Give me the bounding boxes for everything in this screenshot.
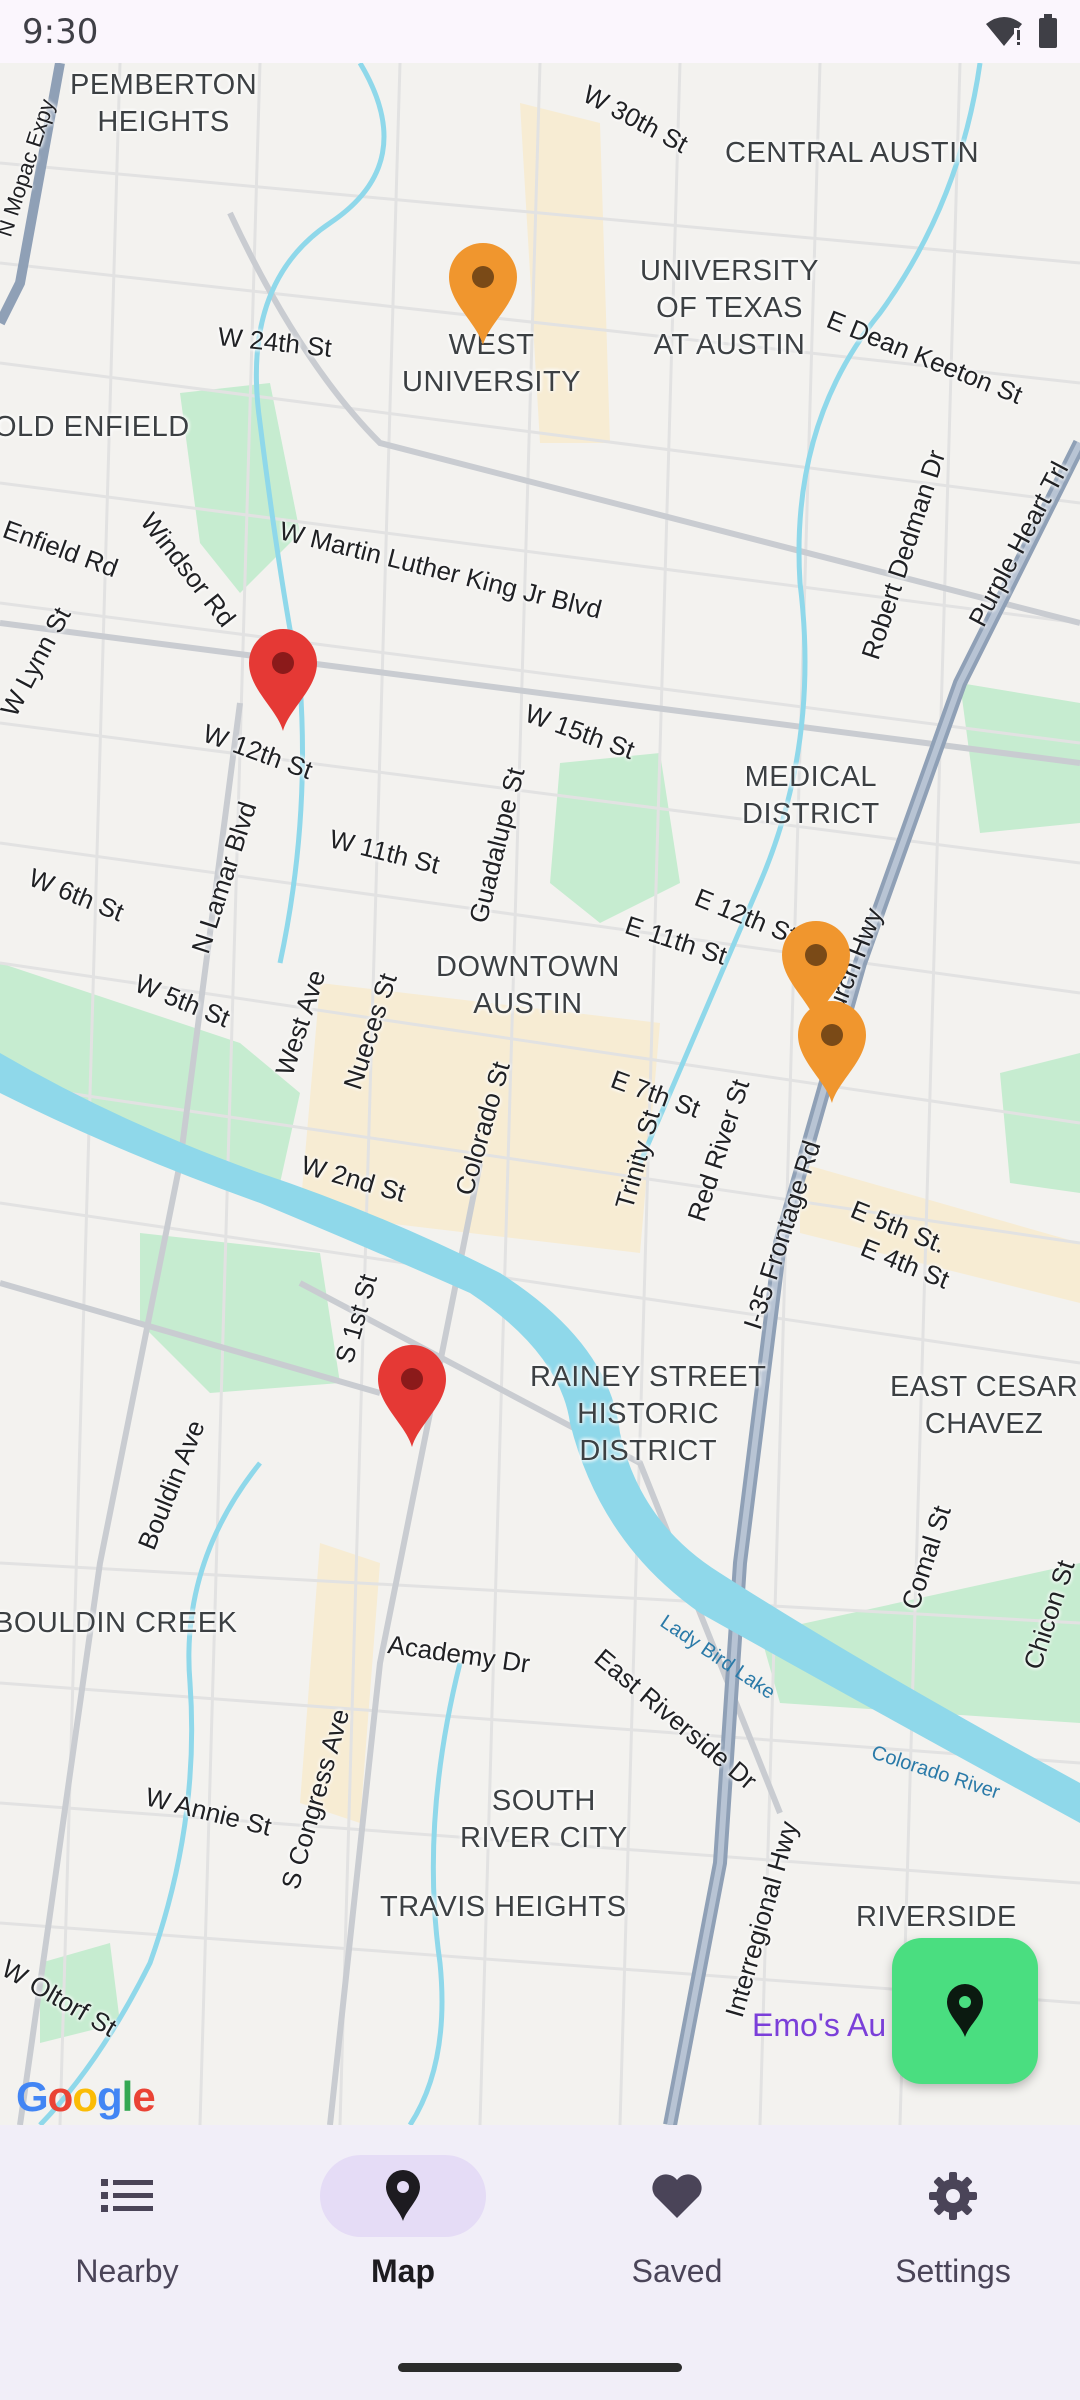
area-label: SOUTH RIVER CITY (460, 1785, 628, 1854)
status-bar: 9:30 (0, 0, 1080, 63)
area-label: MEDICAL DISTRICT (742, 761, 880, 830)
map-pin-orange[interactable] (796, 1001, 868, 1105)
area-label: UNIVERSITY OF TEXAS AT AUSTIN (640, 255, 820, 361)
nav-icon-container (870, 2155, 1036, 2237)
battery-icon (1039, 14, 1057, 48)
nav-item-saved[interactable]: Saved (542, 2155, 812, 2295)
nav-label: Settings (895, 2253, 1011, 2289)
nav-label: Nearby (75, 2253, 179, 2289)
status-icons (984, 14, 1058, 48)
area-label: RIVERSIDE (856, 1901, 1017, 1933)
wifi-icon (986, 17, 1022, 46)
area-label: EAST CESAR CHAVEZ (890, 1371, 1079, 1440)
area-label: OLD ENFIELD (0, 411, 190, 443)
status-time: 9:30 (22, 12, 99, 52)
location-pin-icon (947, 1984, 983, 2037)
area-label: RAINEY STREET HISTORIC DISTRICT (530, 1361, 767, 1467)
my-location-button[interactable] (892, 1938, 1038, 2084)
location-pin-icon (386, 2170, 420, 2221)
nav-label: Map (371, 2253, 435, 2289)
map-view[interactable]: PEMBERTON HEIGHTS CENTRAL AUSTIN UNIVERSI… (0, 63, 1080, 2125)
list-icon (101, 2179, 153, 2212)
nav-icon-container (44, 2155, 210, 2237)
map-pin-red[interactable] (376, 1345, 448, 1449)
google-logo: Google (16, 2073, 156, 2120)
map-pin-orange[interactable] (447, 243, 519, 347)
heart-icon (652, 2174, 702, 2218)
bottom-navigation: Nearby Map Saved Settings (0, 2125, 1080, 2400)
area-label: CENTRAL AUSTIN (725, 137, 980, 169)
area-label: TRAVIS HEIGHTS (380, 1891, 627, 1923)
nav-item-nearby[interactable]: Nearby (0, 2155, 262, 2295)
nav-icon-container (320, 2155, 486, 2237)
map-pin-red[interactable] (247, 629, 319, 733)
home-indicator[interactable] (398, 2363, 682, 2372)
nav-item-settings[interactable]: Settings (818, 2155, 1080, 2295)
gear-icon (929, 2172, 977, 2220)
area-label: DOWNTOWN AUSTIN (436, 951, 620, 1020)
area-label: PEMBERTON HEIGHTS (70, 69, 258, 138)
nav-label: Saved (631, 2253, 723, 2289)
nav-icon-container (594, 2155, 760, 2237)
area-label: BOULDIN CREEK (0, 1607, 238, 1639)
poi-label[interactable]: Emo's Au (752, 2007, 886, 2044)
nav-item-map[interactable]: Map (268, 2155, 538, 2295)
